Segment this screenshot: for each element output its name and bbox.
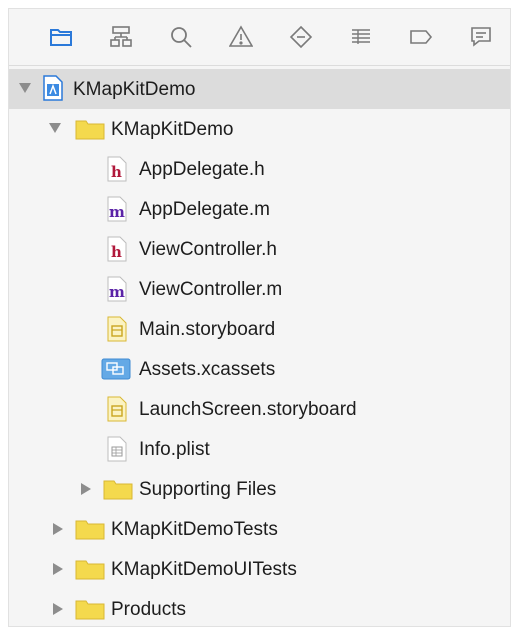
tree-row-label: ViewController.m xyxy=(139,279,283,300)
navigator-toolbar xyxy=(9,9,510,65)
tree-row-group-supporting-files[interactable]: Supporting Files xyxy=(9,469,510,509)
hierarchy-icon[interactable] xyxy=(109,25,133,49)
diamond-icon[interactable] xyxy=(289,25,313,49)
implementation-file-icon: m xyxy=(107,196,127,222)
project-navigator-panel: KMapKitDemo KMapKitDemo h AppDelegate.h … xyxy=(8,8,511,627)
storyboard-file-icon xyxy=(107,396,127,422)
disclosure-closed-icon[interactable] xyxy=(81,483,91,495)
tree-row-label: AppDelegate.h xyxy=(139,159,265,180)
tree-row-label: Assets.xcassets xyxy=(139,359,276,380)
svg-text:h: h xyxy=(111,163,122,181)
header-file-icon: h xyxy=(107,236,127,262)
tree-row-group-kmapkitdemo[interactable]: KMapKitDemo xyxy=(9,109,510,149)
project-file-icon xyxy=(43,75,63,101)
tree-row-file[interactable]: Main.storyboard xyxy=(9,309,510,349)
disclosure-open-icon[interactable] xyxy=(49,123,61,133)
disclosure-closed-icon[interactable] xyxy=(53,603,63,615)
tree-row-label: Products xyxy=(111,599,186,620)
tree-row-group-ui-tests[interactable]: KMapKitDemoUITests xyxy=(9,549,510,589)
speech-bubble-icon[interactable] xyxy=(469,25,493,49)
toolbar-divider xyxy=(9,65,510,66)
svg-text:m: m xyxy=(109,203,125,221)
tree-row-label: KMapKitDemoTests xyxy=(111,519,278,540)
tree-row-group-products[interactable]: Products xyxy=(9,589,510,629)
list-icon[interactable] xyxy=(349,25,373,49)
tree-row-file[interactable]: h ViewController.h xyxy=(9,229,510,269)
tree-row-label: AppDelegate.m xyxy=(139,199,270,220)
tree-row-file[interactable]: LaunchScreen.storyboard xyxy=(9,389,510,429)
tree-row-file[interactable]: m AppDelegate.m xyxy=(9,189,510,229)
folder-icon xyxy=(75,118,105,140)
folder-icon xyxy=(75,558,105,580)
tree-row-label: ViewController.h xyxy=(139,239,278,260)
tree-row-label: KMapKitDemo xyxy=(73,79,196,100)
warning-icon[interactable] xyxy=(229,25,253,49)
implementation-file-icon: m xyxy=(107,276,127,302)
disclosure-closed-icon[interactable] xyxy=(53,563,63,575)
tree-row-label: Info.plist xyxy=(139,439,210,460)
folder-icon xyxy=(75,518,105,540)
disclosure-closed-icon[interactable] xyxy=(53,523,63,535)
tree-row-label: Main.storyboard xyxy=(139,319,276,340)
tree-row-file[interactable]: Assets.xcassets xyxy=(9,349,510,389)
storyboard-file-icon xyxy=(107,316,127,342)
breakpoint-icon[interactable] xyxy=(409,25,433,49)
search-icon[interactable] xyxy=(169,25,193,49)
tree-row-project[interactable]: KMapKitDemo xyxy=(9,69,510,109)
svg-text:h: h xyxy=(111,243,122,261)
folder-icon xyxy=(103,478,133,500)
plist-file-icon xyxy=(107,436,127,462)
asset-catalog-icon xyxy=(101,358,131,380)
svg-text:m: m xyxy=(109,283,125,301)
tree-row-label: KMapKitDemo xyxy=(111,119,234,140)
tree-row-file[interactable]: h AppDelegate.h xyxy=(9,149,510,189)
folder-icon[interactable] xyxy=(49,25,73,49)
tree-row-label: LaunchScreen.storyboard xyxy=(139,399,357,420)
disclosure-open-icon[interactable] xyxy=(19,83,31,93)
header-file-icon: h xyxy=(107,156,127,182)
tree-row-label: Supporting Files xyxy=(139,479,277,500)
tree-row-group-tests[interactable]: KMapKitDemoTests xyxy=(9,509,510,549)
folder-icon xyxy=(75,598,105,620)
tree-row-file[interactable]: m ViewController.m xyxy=(9,269,510,309)
tree-row-file[interactable]: Info.plist xyxy=(9,429,510,469)
tree-row-label: KMapKitDemoUITests xyxy=(111,559,297,580)
